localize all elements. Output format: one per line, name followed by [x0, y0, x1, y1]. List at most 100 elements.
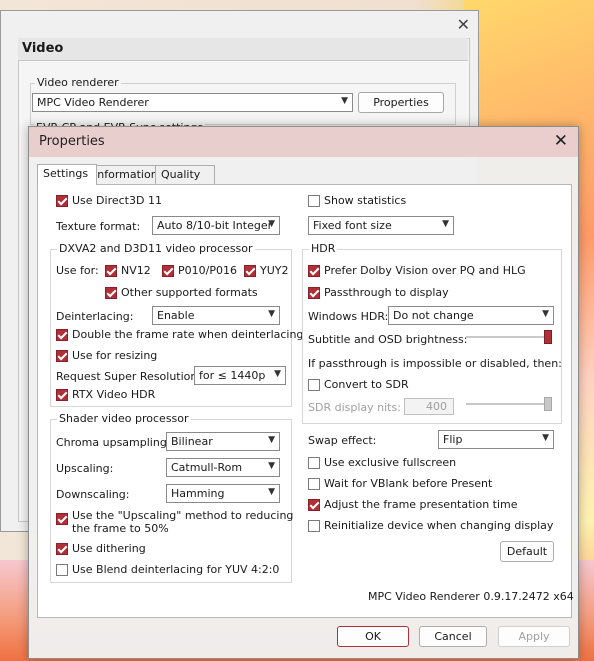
renderer-value: MPC Video Renderer: [37, 96, 149, 109]
passthrough-label: Passthrough to display: [324, 286, 449, 299]
sdr-nits-label: SDR display nits:: [308, 401, 401, 414]
deinterlacing-label: Deinterlacing:: [56, 310, 134, 323]
properties-dialog: Properties ✕ Settings Information Qualit…: [28, 126, 579, 659]
reinitialize-label: Reinitialize device when changing displa…: [324, 519, 554, 532]
yuy2-label: YUY2: [260, 264, 289, 277]
downscaling-label: Downscaling:: [56, 488, 130, 501]
adjust-presentation-label: Adjust the frame presentation time: [324, 498, 518, 511]
texture-format-select[interactable]: Auto 8/10-bit Integer ▼: [152, 216, 280, 235]
use-for-resizing-label: Use for resizing: [72, 349, 158, 362]
double-frame-rate-checkbox[interactable]: [56, 329, 68, 341]
use-for-resizing-checkbox[interactable]: [56, 350, 68, 362]
chroma-upsampling-select[interactable]: Bilinear ▼: [166, 432, 280, 451]
nv12-checkbox[interactable]: [105, 265, 117, 277]
convert-sdr-checkbox[interactable]: [308, 379, 320, 391]
slider-thumb[interactable]: [544, 330, 552, 344]
osd-brightness-slider[interactable]: [466, 330, 552, 344]
other-formats-label: Other supported formats: [121, 286, 258, 299]
deinterlacing-select[interactable]: Enable ▼: [152, 306, 280, 325]
tab-quality[interactable]: Quality: [155, 165, 215, 184]
upscaling-value: Catmull-Rom: [171, 461, 243, 474]
settings-page: Use Direct3D 11 Texture format: Auto 8/1…: [37, 184, 574, 618]
show-statistics-checkbox[interactable]: [308, 195, 320, 207]
chevron-down-icon: ▼: [268, 461, 275, 471]
chevron-down-icon: ▼: [268, 309, 275, 319]
font-size-select[interactable]: Fixed font size ▼: [308, 216, 454, 235]
close-icon[interactable]: ✕: [457, 15, 470, 34]
downscaling-value: Hamming: [171, 487, 225, 500]
default-button[interactable]: Default: [500, 541, 554, 562]
super-resolution-label: Request Super Resolution:: [56, 370, 202, 383]
yuy2-checkbox[interactable]: [244, 265, 256, 277]
windows-hdr-select[interactable]: Do not change ▼: [388, 306, 554, 325]
upscaling-label: Upscaling:: [56, 462, 114, 475]
font-size-value: Fixed font size: [313, 219, 392, 232]
dialog-title: Properties: [39, 134, 105, 149]
nv12-label: NV12: [121, 264, 151, 277]
chevron-down-icon: ▼: [274, 369, 281, 379]
chevron-down-icon: ▼: [542, 309, 549, 319]
texture-format-value: Auto 8/10-bit Integer: [157, 219, 273, 232]
version-label: MPC Video Renderer 0.9.17.2472 x64: [368, 590, 574, 603]
p010-checkbox[interactable]: [162, 265, 174, 277]
osd-brightness-label: Subtitle and OSD brightness:: [308, 333, 468, 346]
use-upscaling-method-label-line1: Use the "Upscaling" method to reducing: [72, 509, 294, 522]
convert-sdr-label: Convert to SDR: [324, 378, 409, 391]
use-d3d11-checkbox[interactable]: [56, 195, 68, 207]
windows-hdr-label: Windows HDR:: [308, 310, 389, 323]
rtx-hdr-label: RTX Video HDR: [72, 388, 156, 401]
exclusive-fullscreen-label: Use exclusive fullscreen: [324, 456, 457, 469]
sdr-nits-input[interactable]: 400: [404, 398, 454, 415]
group-label: DXVA2 and D3D11 video processor: [57, 242, 255, 255]
windows-hdr-value: Do not change: [393, 309, 474, 322]
use-dithering-checkbox[interactable]: [56, 543, 68, 555]
swap-effect-value: Flip: [443, 433, 463, 446]
use-upscaling-method-checkbox[interactable]: [56, 513, 68, 525]
double-frame-rate-label: Double the frame rate when deinterlacing: [72, 328, 304, 341]
deinterlacing-value: Enable: [157, 309, 195, 322]
downscaling-select[interactable]: Hamming ▼: [166, 484, 280, 503]
exclusive-fullscreen-checkbox[interactable]: [308, 457, 320, 469]
use-for-label: Use for:: [56, 264, 99, 277]
sdr-nits-slider[interactable]: [466, 397, 552, 411]
p010-label: P010/P016: [178, 264, 237, 277]
reinitialize-checkbox[interactable]: [308, 520, 320, 532]
slider-thumb[interactable]: [544, 397, 552, 411]
use-d3d11-label: Use Direct3D 11: [72, 194, 162, 207]
group-label: HDR: [309, 242, 338, 255]
chroma-upsampling-label: Chroma upsampling:: [56, 436, 171, 449]
swap-effect-label: Swap effect:: [308, 434, 377, 447]
renderer-properties-button[interactable]: Properties: [358, 92, 444, 113]
tab-settings[interactable]: Settings: [37, 164, 97, 185]
swap-effect-select[interactable]: Flip ▼: [438, 430, 554, 449]
close-icon[interactable]: ✕: [554, 131, 568, 151]
upscaling-select[interactable]: Catmull-Rom ▼: [166, 458, 280, 477]
cancel-button[interactable]: Cancel: [419, 626, 487, 647]
wait-vblank-checkbox[interactable]: [308, 478, 320, 490]
dialog-title-bar[interactable]: Properties ✕: [29, 127, 578, 157]
adjust-presentation-checkbox[interactable]: [308, 499, 320, 511]
blend-deinterlacing-label: Use Blend deinterlacing for YUV 4:2:0: [72, 563, 280, 576]
chevron-down-icon: ▼: [542, 433, 549, 443]
texture-format-label: Texture format:: [56, 220, 141, 233]
rtx-hdr-checkbox[interactable]: [56, 389, 68, 401]
ok-button[interactable]: OK: [337, 626, 409, 647]
use-upscaling-method-label-line2: the frame to 50%: [72, 522, 169, 535]
tab-information[interactable]: Information: [88, 165, 164, 184]
chevron-down-icon: ▼: [268, 219, 275, 229]
slider-track: [466, 403, 552, 405]
passthrough-impossible-label: If passthrough is impossible or disabled…: [308, 357, 562, 370]
passthrough-checkbox[interactable]: [308, 287, 320, 299]
super-resolution-select[interactable]: for ≤ 1440p ▼: [194, 366, 286, 385]
blend-deinterlacing-checkbox[interactable]: [56, 564, 68, 576]
other-formats-checkbox[interactable]: [105, 287, 117, 299]
apply-button[interactable]: Apply: [498, 626, 570, 647]
video-section-header: Video: [18, 38, 468, 61]
use-dithering-label: Use dithering: [72, 542, 146, 555]
prefer-dolby-label: Prefer Dolby Vision over PQ and HLG: [324, 264, 526, 277]
group-label: Video renderer: [35, 76, 121, 89]
chroma-upsampling-value: Bilinear: [171, 435, 213, 448]
renderer-select[interactable]: MPC Video Renderer ▼: [32, 93, 353, 112]
prefer-dolby-checkbox[interactable]: [308, 265, 320, 277]
chevron-down-icon: ▼: [341, 96, 348, 106]
